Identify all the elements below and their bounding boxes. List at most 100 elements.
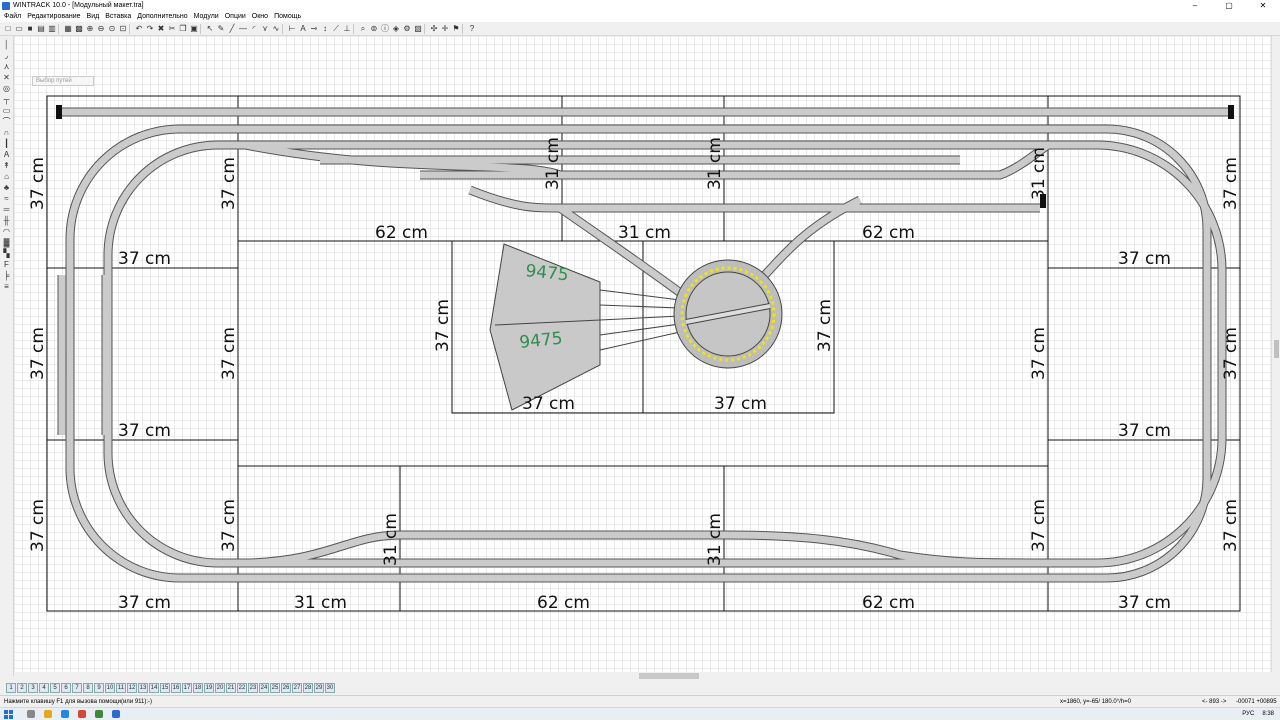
preview-icon[interactable]: ▥	[47, 24, 57, 34]
tool-font-icon[interactable]: F	[2, 260, 12, 270]
menu-file[interactable]: Файл	[4, 13, 21, 20]
maximize-icon[interactable]: ▢	[1212, 0, 1246, 11]
tool-ruler-icon[interactable]: ╞	[2, 271, 12, 281]
layer-button[interactable]: 5	[50, 682, 60, 693]
delete-icon[interactable]: ✖	[156, 24, 166, 34]
align-icon[interactable]: ⊥	[342, 24, 352, 34]
measure-icon[interactable]: ⊢	[287, 24, 297, 34]
tool-tunnel-icon[interactable]: ∩	[2, 128, 12, 138]
tray-language[interactable]: РУС	[1242, 711, 1254, 717]
layer-button[interactable]: 6	[61, 682, 71, 693]
layer-button[interactable]: 25	[270, 682, 280, 693]
layer-button[interactable]: 3	[28, 682, 38, 693]
layer-button[interactable]: 9	[94, 682, 104, 693]
redo-icon[interactable]: ↷	[145, 24, 155, 34]
tool-text-icon[interactable]: A	[2, 150, 12, 160]
horizontal-scroll-thumb[interactable]	[639, 673, 699, 679]
layer-icon[interactable]: ▧	[413, 24, 423, 34]
menu-modules[interactable]: Модули	[194, 13, 219, 20]
layer-button[interactable]: 28	[303, 682, 313, 693]
layer-button[interactable]: 22	[237, 682, 247, 693]
layer-button[interactable]: 12	[127, 682, 137, 693]
layer-button[interactable]: 29	[314, 682, 324, 693]
search-taskbar-icon[interactable]	[27, 710, 35, 718]
straight-track-icon[interactable]: —	[238, 24, 248, 34]
save-icon[interactable]: ■	[25, 24, 35, 34]
layer-button[interactable]: 1	[6, 682, 16, 693]
layer-button[interactable]: 19	[204, 682, 214, 693]
tool-color-icon[interactable]: ▓	[2, 238, 12, 248]
layer-button[interactable]: 13	[138, 682, 148, 693]
select-icon[interactable]: ↖	[205, 24, 215, 34]
flag-icon[interactable]: ⚑	[451, 24, 461, 34]
tool-landscape-icon[interactable]: ≈	[2, 194, 12, 204]
menu-edit[interactable]: Редактирование	[27, 13, 80, 20]
horizontal-scrollbar[interactable]	[14, 672, 1271, 680]
vertical-scrollbar[interactable]	[1271, 36, 1280, 672]
tool-bridge-icon[interactable]: ⌒	[2, 117, 12, 127]
tool-building-icon[interactable]: ⌂	[2, 172, 12, 182]
library-icon[interactable]: ▦	[63, 24, 73, 34]
app-taskbar-icon[interactable]	[78, 710, 86, 718]
tool-turntable-icon[interactable]: ◎	[2, 84, 12, 94]
connect-icon[interactable]: ⊸	[309, 24, 319, 34]
grid-icon[interactable]: ▩	[74, 24, 84, 34]
help-cursor-icon[interactable]: ?	[467, 24, 477, 34]
copy-icon[interactable]: ❐	[178, 24, 188, 34]
menu-view[interactable]: Вид	[87, 13, 100, 20]
layer-button[interactable]: 8	[83, 682, 93, 693]
layer-button[interactable]: 21	[226, 682, 236, 693]
app2-taskbar-icon[interactable]	[95, 710, 103, 718]
windows-start-icon[interactable]	[4, 709, 18, 719]
tool-line-icon[interactable]: ≡	[2, 282, 12, 292]
flex-track-icon[interactable]: ∿	[271, 24, 281, 34]
zoom-window-icon[interactable]: ⊡	[118, 24, 128, 34]
pencil-icon[interactable]: ✎	[216, 24, 226, 34]
vertical-scroll-thumb[interactable]	[1274, 340, 1279, 358]
tool-fence-icon[interactable]: ╫	[2, 216, 12, 226]
track-plan-drawing[interactable]: 37 cm 37 cm 37 cm 37 cm 37 cm 37 cm 37 c…	[14, 36, 1271, 672]
minimize-icon[interactable]: –	[1178, 0, 1212, 11]
layer-button[interactable]: 4	[39, 682, 49, 693]
layer-button[interactable]: 10	[105, 682, 115, 693]
paste-icon[interactable]: ▣	[189, 24, 199, 34]
menu-insert[interactable]: Вставка	[105, 13, 131, 20]
tool-signal-icon[interactable]: ┃	[2, 139, 12, 149]
switch-icon[interactable]: ⋎	[260, 24, 270, 34]
layout-canvas[interactable]: 37 cm 37 cm 37 cm 37 cm 37 cm 37 cm 37 c…	[14, 36, 1271, 672]
curve-track-icon[interactable]: ◜	[249, 24, 259, 34]
layer-button[interactable]: 27	[292, 682, 302, 693]
layer-button[interactable]: 14	[149, 682, 159, 693]
track-icon[interactable]: ╱	[227, 24, 237, 34]
new-file-icon[interactable]: □	[3, 24, 13, 34]
browser-taskbar-icon[interactable]	[61, 710, 69, 718]
search-icon[interactable]: ⌕	[358, 24, 368, 34]
text-icon[interactable]: A	[298, 24, 308, 34]
3d-view-icon[interactable]: ◈	[391, 24, 401, 34]
height-icon[interactable]: ↕	[320, 24, 330, 34]
undo-icon[interactable]: ↶	[134, 24, 144, 34]
menu-help[interactable]: Помощь	[274, 13, 301, 20]
explorer-taskbar-icon[interactable]	[44, 710, 52, 718]
layer-button[interactable]: 30	[325, 682, 335, 693]
tool-platform-icon[interactable]: ▭	[2, 106, 12, 116]
layer-button[interactable]: 23	[248, 682, 258, 693]
close-icon[interactable]: ✕	[1246, 0, 1280, 11]
tool-crossing-icon[interactable]: ✕	[2, 73, 12, 83]
layer-button[interactable]: 18	[193, 682, 203, 693]
layer-button[interactable]: 7	[72, 682, 82, 693]
menu-options[interactable]: Опции	[225, 13, 246, 20]
zoom-in-icon[interactable]: ⊕	[85, 24, 95, 34]
layer-button[interactable]: 15	[160, 682, 170, 693]
tool-arrow-icon[interactable]: ↟	[2, 161, 12, 171]
layer-button[interactable]: 16	[171, 682, 181, 693]
tool-switch-icon[interactable]: ⋏	[2, 62, 12, 72]
crosshair-icon[interactable]: ✛	[440, 24, 450, 34]
magnify-icon[interactable]: ⊚	[369, 24, 379, 34]
tool-bumper-icon[interactable]: ┬	[2, 95, 12, 105]
snap-icon[interactable]: ✣	[429, 24, 439, 34]
open-folder-icon[interactable]: ▭	[14, 24, 24, 34]
layer-button[interactable]: 24	[259, 682, 269, 693]
tray-clock[interactable]: 8:38	[1262, 711, 1274, 717]
layer-button[interactable]: 17	[182, 682, 192, 693]
